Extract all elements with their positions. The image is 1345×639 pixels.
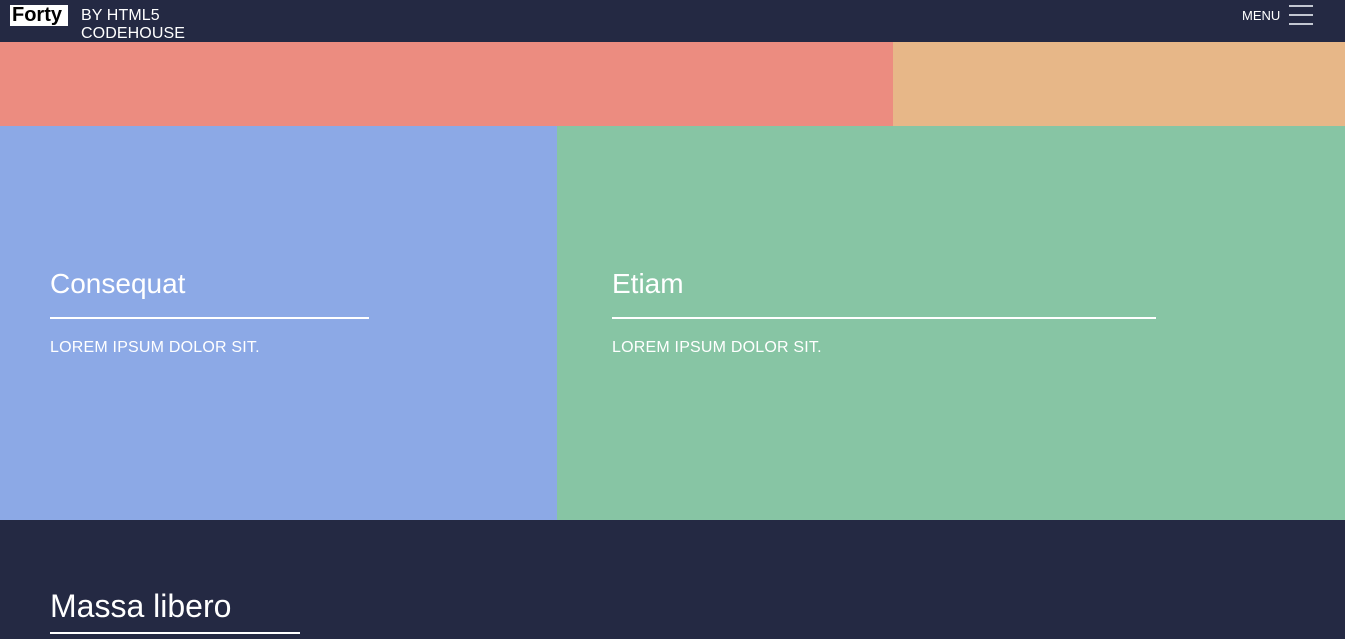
tile-title-underline	[612, 317, 1156, 319]
tile-title-underline	[50, 317, 369, 319]
tile-subtitle: LOREM IPSUM DOLOR SIT.	[50, 339, 260, 356]
logo-title[interactable]: Forty	[10, 5, 68, 26]
site-header: Forty BY HTML5 CODEHOUSE MENU	[0, 0, 1345, 42]
section-title-underline	[50, 632, 300, 634]
section-title: Massa libero	[50, 588, 232, 624]
tile-subtitle: LOREM IPSUM DOLOR SIT.	[612, 339, 822, 356]
tile-consequat[interactable]: Consequat LOREM IPSUM DOLOR SIT.	[0, 126, 557, 520]
menu-label[interactable]: MENU	[1242, 8, 1280, 23]
tile-etiam[interactable]: Etiam LOREM IPSUM DOLOR SIT.	[557, 126, 1345, 520]
tile-orange[interactable]	[893, 42, 1345, 126]
tile-title[interactable]: Consequat	[50, 268, 185, 300]
logo-subtitle[interactable]: BY HTML5 CODEHOUSE	[81, 7, 185, 43]
tile-title[interactable]: Etiam	[612, 268, 684, 300]
hamburger-menu-icon[interactable]	[1289, 5, 1313, 25]
tile-red[interactable]	[0, 42, 893, 126]
menu-button[interactable]: MENU	[1236, 0, 1326, 32]
section-massa-libero: Massa libero	[0, 520, 1345, 639]
